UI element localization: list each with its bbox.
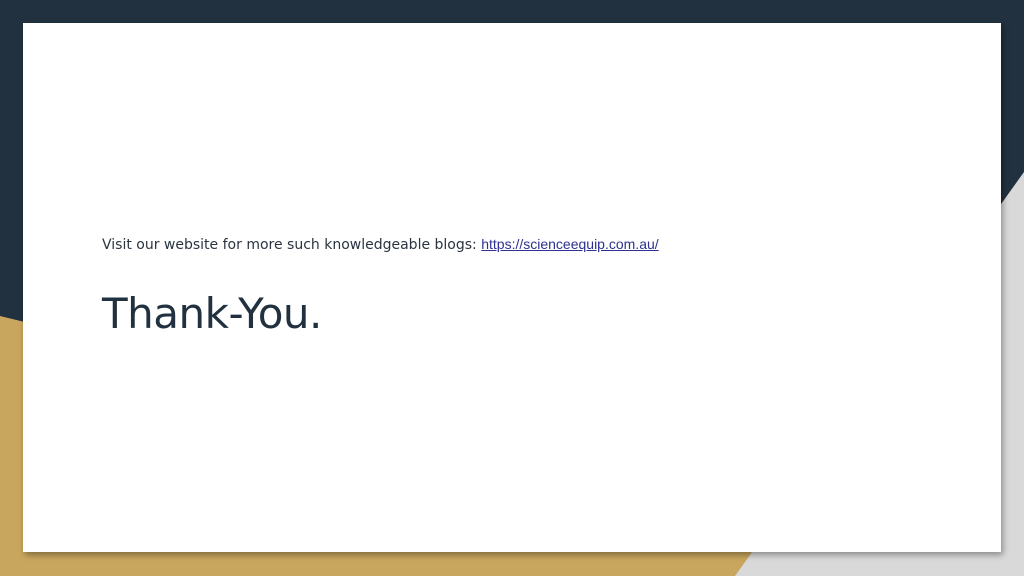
thank-you-title: Thank-You. <box>102 289 322 338</box>
website-link[interactable]: https://scienceequip.com.au/ <box>481 236 658 252</box>
slide: Visit our website for more such knowledg… <box>0 0 1024 576</box>
visit-label: Visit our website for more such knowledg… <box>102 237 482 253</box>
visit-website-text: Visit our website for more such knowledg… <box>102 236 659 253</box>
content-card: Visit our website for more such knowledg… <box>23 23 1001 552</box>
